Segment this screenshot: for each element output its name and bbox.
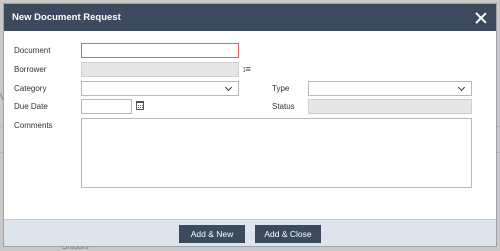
new-document-request-dialog: New Document Request Document Borrower ↕… — [3, 3, 497, 247]
chevron-down-icon — [457, 83, 466, 91]
document-input[interactable] — [81, 43, 239, 58]
sort-icon[interactable]: ↕≡ — [242, 64, 251, 74]
close-icon[interactable] — [474, 11, 488, 25]
calendar-icon[interactable] — [136, 101, 144, 110]
document-label: Document — [14, 46, 51, 55]
dialog-footer: Add & New Add & Close — [4, 219, 496, 246]
type-select[interactable] — [308, 81, 472, 96]
category-label: Category — [14, 84, 47, 93]
comments-label: Comments — [14, 121, 53, 130]
add-and-new-button[interactable]: Add & New — [179, 225, 245, 243]
comments-textarea[interactable] — [81, 118, 472, 188]
dialog-titlebar: New Document Request — [4, 4, 496, 31]
status-label: Status — [272, 102, 295, 111]
dialog-title: New Document Request — [12, 12, 121, 23]
borrower-input — [81, 62, 239, 77]
chevron-down-icon — [224, 83, 233, 91]
add-and-close-button[interactable]: Add & Close — [255, 225, 321, 243]
due-date-label: Due Date — [14, 102, 48, 111]
type-label: Type — [272, 84, 290, 93]
due-date-input[interactable] — [81, 99, 132, 114]
category-select[interactable] — [81, 81, 239, 96]
borrower-label: Borrower — [14, 65, 47, 74]
status-input — [308, 99, 472, 114]
